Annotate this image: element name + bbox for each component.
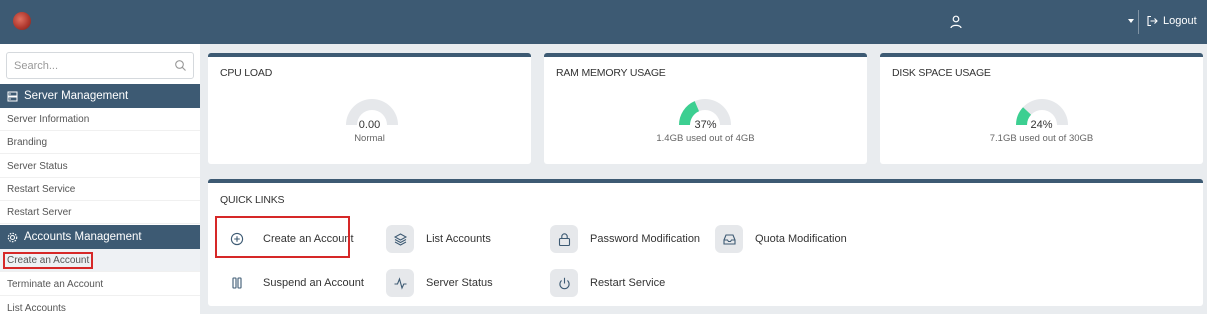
sidebar-item-label: Branding [7, 136, 48, 148]
gear-icon [7, 232, 18, 242]
card-title: QUICK LINKS [220, 194, 285, 206]
cpu-load-card: CPU LOAD 0.00 Normal [208, 53, 531, 164]
quick-link-label: Suspend an Account [263, 277, 364, 289]
quick-link-create-account[interactable]: Create an Account [215, 216, 354, 258]
sidebar-item-server-status[interactable]: Server Status [0, 155, 200, 178]
cpu-status: Normal [354, 133, 385, 144]
quick-link-label: Password Modification [590, 233, 701, 245]
logout-icon [1147, 15, 1158, 27]
sidebar-item-label: Server Information [7, 113, 90, 125]
sidebar-item-label: Create an Account [3, 251, 94, 269]
user-icon[interactable] [948, 14, 964, 30]
server-icon [7, 91, 18, 101]
quick-link-label: Restart Service [590, 277, 666, 289]
quick-link-label: Quota Modification [755, 233, 847, 245]
quick-link-label: List Accounts [426, 233, 491, 245]
section-title: Accounts Management [24, 231, 142, 243]
user-dropdown-caret[interactable] [1128, 19, 1134, 23]
section-accounts-management[interactable]: Accounts Management [0, 225, 200, 249]
sidebar: Server Management Server Information Bra… [0, 44, 200, 314]
sidebar-item-label: Terminate an Account [7, 278, 104, 290]
section-server-management[interactable]: Server Management [0, 84, 200, 108]
quick-link-quota-modification[interactable]: Quota Modification [715, 225, 847, 253]
inbox-icon [715, 225, 743, 253]
cpu-value: 0.00 [358, 119, 381, 131]
sidebar-item-label: List Accounts [7, 302, 66, 314]
quick-link-list-accounts[interactable]: List Accounts [386, 225, 491, 253]
ram-detail: 1.4GB used out of 4GB [656, 133, 755, 144]
card-title: DISK SPACE USAGE [892, 67, 991, 79]
layers-icon [386, 225, 414, 253]
sidebar-item-create-account[interactable]: Create an Account [0, 249, 200, 272]
card-title: CPU LOAD [220, 67, 273, 79]
search-input[interactable] [7, 53, 157, 78]
divider [1138, 10, 1139, 34]
quick-link-server-status[interactable]: Server Status [386, 269, 493, 297]
sidebar-item-label: Restart Service [7, 183, 76, 195]
quick-link-password-modification[interactable]: Password Modification [550, 225, 700, 253]
sidebar-item-restart-service[interactable]: Restart Service [0, 178, 200, 201]
sidebar-item-restart-server[interactable]: Restart Server [0, 201, 200, 224]
pause-icon [223, 269, 251, 297]
power-icon [550, 269, 578, 297]
disk-usage-card: DISK SPACE USAGE 24% 7.1GB used out of 3… [880, 53, 1203, 164]
ram-usage-card: RAM MEMORY USAGE 37% 1.4GB used out of 4… [544, 53, 867, 164]
quick-link-label: Create an Account [263, 233, 354, 245]
activity-icon [386, 269, 414, 297]
ram-value: 37% [694, 119, 717, 131]
sidebar-item-label: Restart Server [7, 206, 72, 218]
card-title: RAM MEMORY USAGE [556, 67, 666, 79]
top-navbar: Logout [0, 0, 1207, 44]
lock-icon [550, 225, 578, 253]
disk-detail: 7.1GB used out of 30GB [989, 133, 1094, 144]
search-box[interactable] [6, 52, 194, 79]
sidebar-item-list-accounts[interactable]: List Accounts [0, 297, 200, 314]
sidebar-item-terminate-account[interactable]: Terminate an Account [0, 273, 200, 296]
section-title: Server Management [24, 90, 129, 102]
sidebar-item-branding[interactable]: Branding [0, 131, 200, 154]
sidebar-item-server-information[interactable]: Server Information [0, 108, 200, 131]
logout-button[interactable]: Logout [1146, 15, 1197, 27]
logo[interactable] [13, 12, 31, 30]
logout-label: Logout [1163, 15, 1197, 27]
quick-link-label: Server Status [426, 277, 493, 289]
plus-circle-icon [223, 225, 251, 253]
quick-link-suspend-account[interactable]: Suspend an Account [223, 269, 364, 297]
quick-link-restart-service[interactable]: Restart Service [550, 269, 665, 297]
sidebar-item-label: Server Status [7, 160, 68, 172]
search-icon[interactable] [174, 59, 187, 72]
disk-value: 24% [1030, 119, 1053, 131]
quick-links-card: QUICK LINKS Create an Account List Accou… [208, 179, 1203, 306]
